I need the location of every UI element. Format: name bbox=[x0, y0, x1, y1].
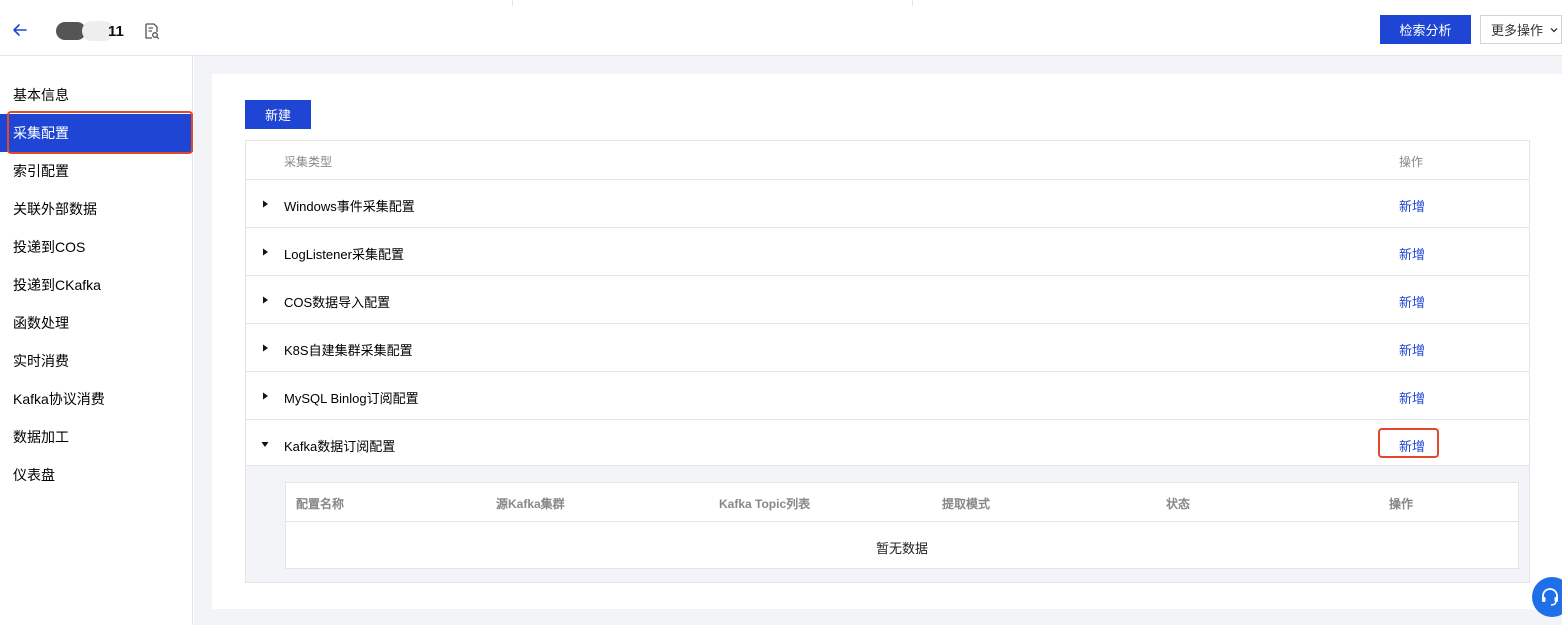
caret-right-icon[interactable] bbox=[261, 392, 269, 400]
sidebar-item-dashboard[interactable]: 仪表盘 bbox=[0, 456, 193, 494]
row-label: K8S自建集群采集配置 bbox=[284, 343, 413, 358]
sidebar: 基本信息 采集配置 索引配置 关联外部数据 投递到COS 投递到CKafka 函… bbox=[0, 56, 193, 625]
sidebar-item-label: 采集配置 bbox=[13, 125, 69, 141]
sidebar-item-label: 仪表盘 bbox=[13, 467, 55, 483]
caret-down-icon[interactable] bbox=[261, 440, 269, 448]
top-bar: 11 检索分析 更多操作 bbox=[0, 0, 1562, 56]
more-actions-button[interactable]: 更多操作 bbox=[1480, 15, 1562, 44]
row-label: Windows事件采集配置 bbox=[284, 199, 415, 214]
sidebar-item-label: 实时消费 bbox=[13, 353, 69, 369]
sidebar-item-index-config[interactable]: 索引配置 bbox=[0, 152, 193, 190]
sidebar-item-label: 投递到CKafka bbox=[13, 277, 101, 293]
sidebar-item-ship-cos[interactable]: 投递到COS bbox=[0, 228, 193, 266]
more-actions-label: 更多操作 bbox=[1491, 23, 1544, 38]
sidebar-item-realtime-consume[interactable]: 实时消费 bbox=[0, 342, 193, 380]
column-header-type: 采集类型 bbox=[284, 155, 333, 169]
row-label: LogListener采集配置 bbox=[284, 247, 404, 262]
add-link[interactable]: 新增 bbox=[1399, 340, 1425, 359]
sidebar-item-functions[interactable]: 函数处理 bbox=[0, 304, 193, 342]
sidebar-item-kafka-consume[interactable]: Kafka协议消费 bbox=[0, 380, 193, 418]
table-row[interactable]: Windows事件采集配置 新增 bbox=[246, 180, 1529, 228]
row-label: Kafka数据订阅配置 bbox=[284, 439, 396, 454]
column-header-status: 状态 bbox=[1166, 497, 1191, 511]
column-header-source-cluster: 源Kafka集群 bbox=[496, 497, 565, 511]
sidebar-item-basic-info[interactable]: 基本信息 bbox=[0, 76, 193, 114]
add-link[interactable]: 新增 bbox=[1399, 244, 1425, 263]
add-link[interactable]: 新增 bbox=[1399, 388, 1425, 407]
table-row[interactable]: COS数据导入配置 新增 bbox=[246, 276, 1529, 324]
column-header-config-name: 配置名称 bbox=[296, 497, 345, 511]
kafka-subscription-table: 配置名称 源Kafka集群 Kafka Topic列表 提取模式 状态 操作 暂… bbox=[285, 482, 1519, 569]
collection-type-table: 采集类型 操作 Windows事件采集配置 新增 LogListener采集配置… bbox=[245, 140, 1530, 583]
table-header: 采集类型 操作 bbox=[246, 141, 1529, 180]
page-title: 11 bbox=[56, 20, 124, 42]
sidebar-item-label: 函数处理 bbox=[13, 315, 69, 331]
row-label: COS数据导入配置 bbox=[284, 295, 391, 310]
subtable-header: 配置名称 源Kafka集群 Kafka Topic列表 提取模式 状态 操作 bbox=[286, 483, 1518, 522]
arrow-left-icon[interactable] bbox=[10, 20, 30, 40]
chevron-down-icon bbox=[1550, 27, 1558, 32]
expanded-row-panel: 配置名称 源Kafka集群 Kafka Topic列表 提取模式 状态 操作 暂… bbox=[246, 466, 1529, 582]
table-row[interactable]: MySQL Binlog订阅配置 新增 bbox=[246, 372, 1529, 420]
sidebar-item-data-processing[interactable]: 数据加工 bbox=[0, 418, 193, 456]
page-title-text: 11 bbox=[108, 22, 124, 40]
add-link[interactable]: 新增 bbox=[1399, 436, 1425, 455]
new-button[interactable]: 新建 bbox=[245, 100, 311, 129]
table-row[interactable]: LogListener采集配置 新增 bbox=[246, 228, 1529, 276]
caret-right-icon[interactable] bbox=[261, 344, 269, 352]
column-header-topic-list: Kafka Topic列表 bbox=[719, 497, 811, 511]
sidebar-item-external-data[interactable]: 关联外部数据 bbox=[0, 190, 193, 228]
column-header-extract-mode: 提取模式 bbox=[942, 497, 991, 511]
sidebar-item-label: 数据加工 bbox=[13, 429, 69, 445]
empty-state-text: 暂无数据 bbox=[875, 541, 928, 556]
column-header-action: 操作 bbox=[1399, 155, 1424, 169]
caret-right-icon[interactable] bbox=[261, 296, 269, 304]
caret-right-icon[interactable] bbox=[261, 200, 269, 208]
search-analysis-button[interactable]: 检索分析 bbox=[1380, 15, 1471, 44]
sidebar-item-label: 投递到COS bbox=[13, 239, 86, 255]
top-divider bbox=[912, 0, 913, 6]
sidebar-item-label: Kafka协议消费 bbox=[13, 391, 105, 407]
sidebar-item-label: 索引配置 bbox=[13, 163, 69, 179]
caret-right-icon[interactable] bbox=[261, 248, 269, 256]
add-link[interactable]: 新增 bbox=[1399, 292, 1425, 311]
doc-search-icon[interactable] bbox=[143, 22, 161, 40]
table-row[interactable]: K8S自建集群采集配置 新增 bbox=[246, 324, 1529, 372]
sidebar-item-label: 关联外部数据 bbox=[13, 201, 97, 217]
column-header-action: 操作 bbox=[1389, 497, 1414, 511]
top-divider bbox=[512, 0, 513, 6]
add-link[interactable]: 新增 bbox=[1399, 196, 1425, 215]
sidebar-item-ship-ckafka[interactable]: 投递到CKafka bbox=[0, 266, 193, 304]
table-row-expanded[interactable]: Kafka数据订阅配置 新增 bbox=[246, 420, 1529, 466]
headset-icon bbox=[1542, 588, 1558, 606]
sidebar-item-label: 基本信息 bbox=[13, 87, 69, 103]
sidebar-item-collection-config[interactable]: 采集配置 bbox=[0, 114, 193, 152]
row-label: MySQL Binlog订阅配置 bbox=[284, 391, 419, 406]
